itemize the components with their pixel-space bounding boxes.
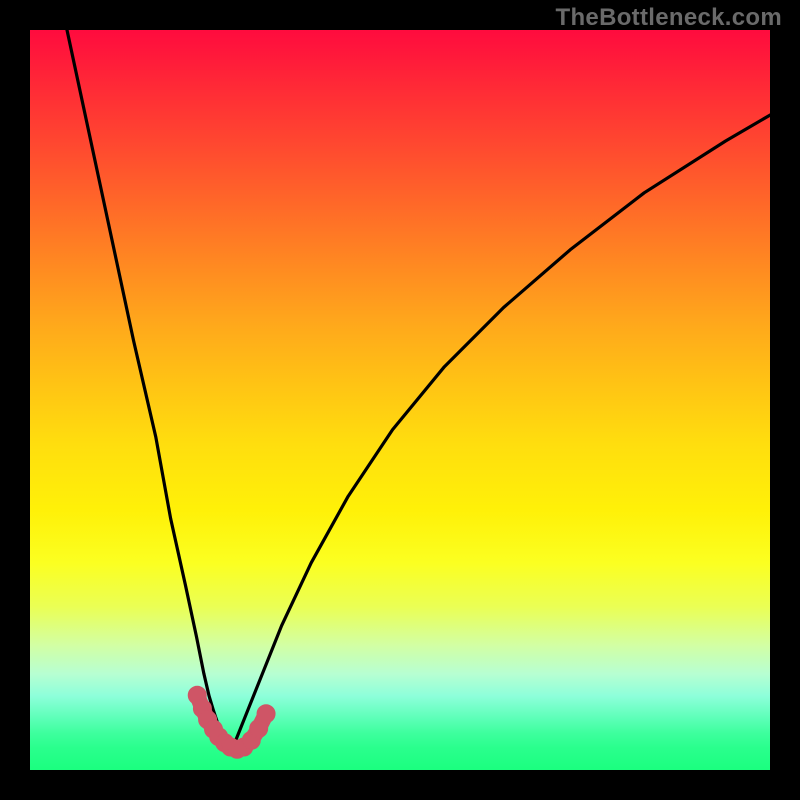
left-branch-curve bbox=[67, 30, 230, 752]
valley-marker-beads bbox=[188, 686, 275, 758]
right-branch-curve bbox=[230, 115, 770, 751]
chart-container: TheBottleneck.com bbox=[0, 0, 800, 800]
watermark-text: TheBottleneck.com bbox=[556, 4, 782, 32]
chart-svg bbox=[30, 30, 770, 770]
valley-marker-point bbox=[257, 705, 275, 723]
